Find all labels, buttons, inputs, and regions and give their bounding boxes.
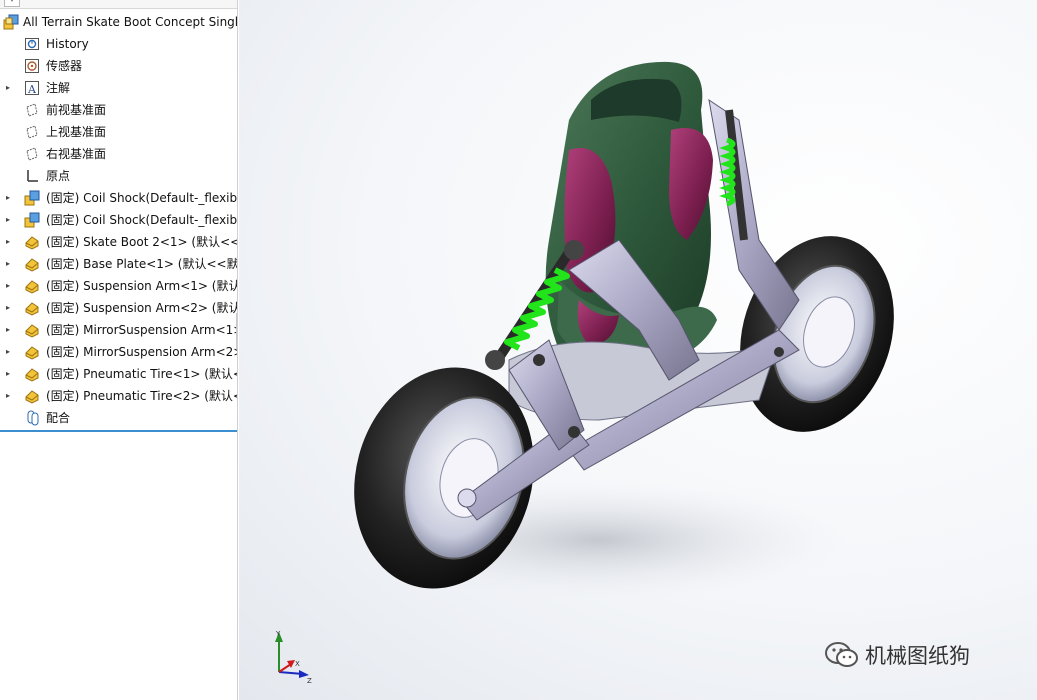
tree-item[interactable]: 传感器: [0, 55, 237, 77]
watermark: 机械图纸狗: [825, 640, 970, 670]
tree-item[interactable]: 上视基准面: [0, 121, 237, 143]
expand-chevron-icon[interactable]: ▸: [4, 391, 12, 401]
expand-chevron-icon[interactable]: ▸: [4, 347, 12, 357]
expand-chevron-icon[interactable]: ▸: [4, 193, 12, 203]
feature-manager-tree: ▾ All Terrain Skate Boot Concept Single …: [0, 0, 238, 700]
mates-icon: [27, 410, 39, 426]
tree-item[interactable]: ▸ (固定) Coil Shock(Default-_flexible: [0, 187, 238, 209]
tree-item-label: (固定) Suspension Arm<1> (默认<: [46, 279, 238, 293]
part-icon: [25, 324, 39, 338]
plane-icon: [26, 103, 38, 117]
tree-item-label: (固定) MirrorSuspension Arm<1>: [46, 323, 238, 337]
expand-chevron-icon[interactable]: ▸: [4, 303, 12, 313]
tree-item-label: (固定) Suspension Arm<2> (默认<: [46, 301, 238, 315]
watermark-text: 机械图纸狗: [865, 644, 970, 668]
tree-item[interactable]: ▸ (固定) Skate Boot 2<1> (默认<<默: [0, 231, 238, 253]
coordinate-triad[interactable]: Y X Z: [267, 628, 317, 684]
tree-rollback-bar[interactable]: [0, 430, 237, 432]
tree-item-label: 右视基准面: [46, 147, 107, 161]
tree-item-label: (固定) Pneumatic Tire<1> (默认<-: [46, 367, 238, 381]
triad-x-label: X: [295, 660, 300, 668]
plane-icon: [26, 147, 38, 161]
tree-item-label: 注解: [46, 81, 71, 95]
tree-item[interactable]: History: [0, 33, 237, 55]
expand-chevron-icon[interactable]: ▸: [4, 281, 12, 291]
expand-chevron-icon[interactable]: ▸: [4, 215, 12, 225]
svg-text:A: A: [27, 83, 37, 96]
tree-item[interactable]: 原点: [0, 165, 237, 187]
tree-item[interactable]: ▸ (固定) Pneumatic Tire<1> (默认<-: [0, 363, 238, 385]
expand-chevron-icon[interactable]: ▸: [4, 259, 12, 269]
part-icon: [25, 236, 39, 250]
tree-item-label: 前视基准面: [46, 103, 107, 117]
annotation-icon: A: [25, 81, 39, 96]
plane-icon: [26, 125, 38, 139]
part-icon: [25, 302, 39, 316]
tree-item-label: (固定) Coil Shock(Default-_flexible: [46, 213, 238, 227]
tree-item-label: 传感器: [46, 59, 83, 73]
tree-root-assembly[interactable]: All Terrain Skate Boot Concept Single: [0, 11, 238, 33]
tree-item-label: 上视基准面: [46, 125, 107, 139]
tree-item[interactable]: ▸ (固定) Suspension Arm<2> (默认<: [0, 297, 238, 319]
tree-item[interactable]: 前视基准面: [0, 99, 237, 121]
tree-item[interactable]: 右视基准面: [0, 143, 237, 165]
triad-z-label: Z: [307, 677, 312, 684]
tree-item-label: (固定) Coil Shock(Default-_flexible: [46, 191, 238, 205]
part-icon: [25, 390, 39, 404]
tree-item-label: (固定) Base Plate<1> (默认<<默认: [46, 257, 238, 271]
tree-item[interactable]: ▸ (固定) MirrorSuspension Arm<1>: [0, 319, 238, 341]
expand-chevron-icon[interactable]: ▸: [4, 237, 12, 247]
history-icon: [25, 38, 39, 50]
triad-z-axis: [278, 663, 292, 673]
subassembly-icon: [24, 212, 40, 228]
subassembly-icon: [24, 190, 40, 206]
part-icon: [25, 280, 39, 294]
tree-item-label: History: [46, 37, 89, 51]
tree-item[interactable]: 配合: [0, 407, 237, 429]
part-icon: [25, 346, 39, 360]
tree-item-label: (固定) MirrorSuspension Arm<2>: [46, 345, 238, 359]
part-icon: [25, 258, 39, 272]
assembly-icon: [3, 14, 19, 30]
wechat-icon: [825, 642, 858, 667]
tree-item[interactable]: ▸ (固定) MirrorSuspension Arm<2>: [0, 341, 238, 363]
expand-chevron-icon[interactable]: ▸: [4, 325, 12, 335]
tree-item-label: (固定) Pneumatic Tire<2> (默认<-: [46, 389, 238, 403]
tree-item[interactable]: ▸ A 注解: [0, 77, 237, 99]
panel-splitter-handle[interactable]: [236, 313, 237, 349]
filter-icon[interactable]: ▾: [4, 0, 20, 7]
tree-item-label: (固定) Skate Boot 2<1> (默认<<默: [46, 235, 238, 249]
tree-item[interactable]: ▸ (固定) Suspension Arm<1> (默认<: [0, 275, 238, 297]
tree-item[interactable]: ▸ (固定) Base Plate<1> (默认<<默认: [0, 253, 238, 275]
part-icon: [25, 368, 39, 382]
tree-item[interactable]: ▸ (固定) Pneumatic Tire<2> (默认<-: [0, 385, 238, 407]
triad-y-label: Y: [275, 630, 281, 638]
expand-chevron-icon[interactable]: ▸: [4, 83, 12, 93]
graphics-viewport[interactable]: Y X Z 机械图纸狗: [239, 0, 1037, 700]
tree-item-label: 配合: [46, 411, 71, 425]
tree-item[interactable]: ▸ (固定) Coil Shock(Default-_flexible: [0, 209, 238, 231]
skate-boot-model[interactable]: [239, 0, 1037, 700]
sensor-icon: [25, 59, 39, 73]
tree-item-label: 原点: [46, 169, 71, 183]
tree-root-label: All Terrain Skate Boot Concept Single: [23, 15, 238, 29]
expand-chevron-icon[interactable]: ▸: [4, 369, 12, 379]
origin-icon: [27, 170, 38, 182]
tree-filter-bar: ▾: [0, 0, 237, 9]
